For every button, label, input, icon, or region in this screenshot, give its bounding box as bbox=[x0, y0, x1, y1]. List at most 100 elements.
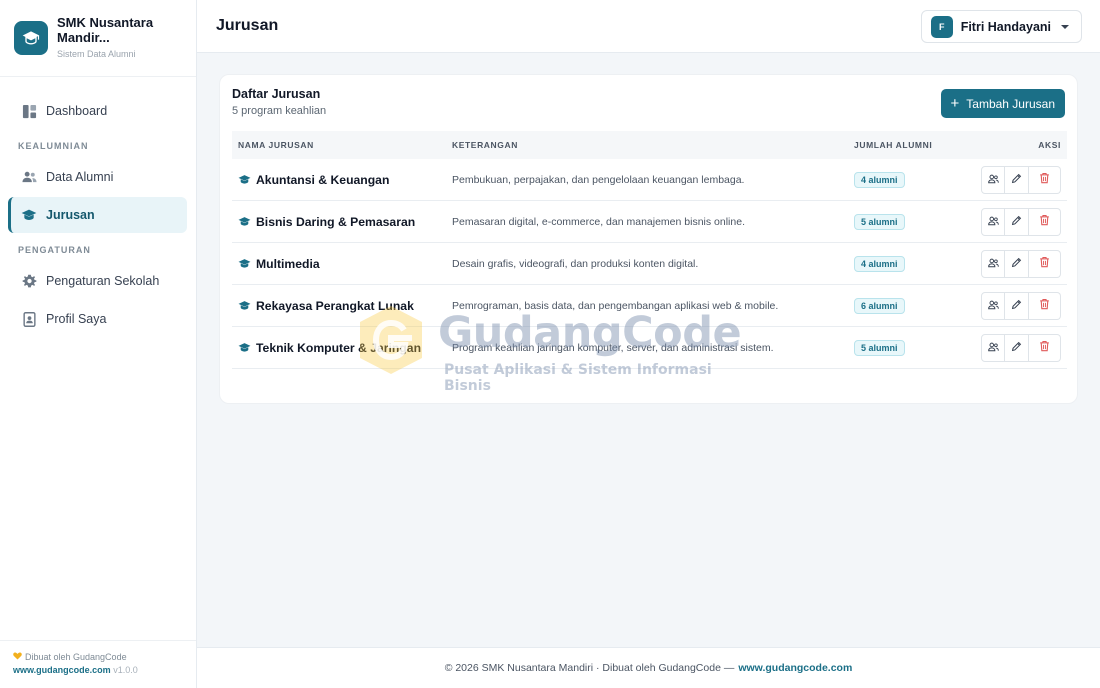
view-alumni-button[interactable] bbox=[981, 333, 1005, 362]
pencil-icon bbox=[1011, 298, 1022, 313]
users-icon bbox=[987, 256, 999, 271]
alumni-count-badge: 4 alumni bbox=[854, 256, 905, 272]
cell-jumlah: 5 alumni bbox=[854, 213, 974, 230]
jurusan-description: Desain grafis, videografi, dan produksi … bbox=[452, 257, 699, 270]
sidebar-item-label: Profil Saya bbox=[46, 312, 107, 326]
jurusan-name: Multimedia bbox=[256, 256, 320, 271]
sidebar-item-label: Pengaturan Sekolah bbox=[46, 274, 160, 288]
users-icon bbox=[987, 340, 999, 355]
avatar: F bbox=[930, 15, 953, 38]
table-row: Teknik Komputer & Jaringan Program keahli… bbox=[232, 327, 1067, 369]
sidebar-item-label: Jurusan bbox=[46, 208, 95, 222]
edit-button[interactable] bbox=[1005, 291, 1029, 320]
cell-nama: Akuntansi & Keuangan bbox=[232, 173, 452, 187]
jurusan-name: Akuntansi & Keuangan bbox=[256, 172, 390, 187]
user-menu-button[interactable]: F Fitri Handayani bbox=[920, 10, 1082, 43]
nav-section-kealumnian: KEALUMNIAN bbox=[18, 141, 89, 151]
school-name: SMK Nusantara Mandir... bbox=[57, 15, 154, 45]
cell-jumlah: 6 alumni bbox=[854, 297, 974, 314]
cell-aksi bbox=[974, 207, 1067, 236]
action-group bbox=[981, 207, 1061, 236]
alumni-count-badge: 5 alumni bbox=[854, 340, 905, 356]
cell-nama: Rekayasa Perangkat Lunak bbox=[232, 299, 452, 313]
cell-jumlah: 4 alumni bbox=[854, 171, 974, 188]
delete-button[interactable] bbox=[1029, 249, 1061, 278]
view-alumni-button[interactable] bbox=[981, 207, 1005, 236]
add-jurusan-label: Tambah Jurusan bbox=[966, 96, 1055, 111]
table-row: Rekayasa Perangkat Lunak Pemrograman, bas… bbox=[232, 285, 1067, 327]
add-jurusan-button[interactable]: + Tambah Jurusan bbox=[940, 89, 1065, 118]
made-by-text: Dibuat oleh GudangCode bbox=[25, 652, 127, 662]
view-alumni-button[interactable] bbox=[981, 249, 1005, 278]
column-header-nama: NAMA JURUSAN bbox=[238, 140, 314, 150]
brand-subtitle: Sistem Data Alumni bbox=[57, 49, 136, 59]
card-subtitle: 5 program keahlian bbox=[232, 105, 327, 117]
trash-icon bbox=[1039, 214, 1050, 229]
delete-button[interactable] bbox=[1029, 291, 1061, 320]
view-alumni-button[interactable] bbox=[981, 165, 1005, 194]
view-alumni-button[interactable] bbox=[981, 291, 1005, 320]
sidebar-item-profil-saya[interactable]: Profil Saya bbox=[8, 301, 187, 337]
page-footer: © 2026 SMK Nusantara Mandiri · Dibuat ol… bbox=[197, 647, 1100, 688]
cell-nama: Bisnis Daring & Pemasaran bbox=[232, 215, 452, 229]
cell-jumlah: 4 alumni bbox=[854, 255, 974, 272]
sidebar-item-dashboard[interactable]: Dashboard bbox=[8, 93, 187, 129]
footer-link[interactable]: www.gudangcode.com bbox=[738, 662, 852, 674]
sidebar: SMK Nusantara Mandir... Sistem Data Alum… bbox=[0, 0, 197, 688]
footer-url-line: www.gudangcode.com v1.0.0 bbox=[13, 665, 183, 675]
graduation-cap-icon bbox=[238, 299, 251, 312]
jurusan-description: Program keahlian jaringan komputer, serv… bbox=[452, 341, 774, 354]
delete-button[interactable] bbox=[1029, 207, 1061, 236]
jurusan-description: Pemasaran digital, e-commerce, dan manaj… bbox=[452, 215, 745, 228]
cell-aksi bbox=[974, 249, 1067, 278]
sidebar-footer: Dibuat oleh GudangCode www.gudangcode.co… bbox=[0, 640, 196, 688]
sidebar-item-label: Data Alumni bbox=[46, 170, 114, 184]
delete-button[interactable] bbox=[1029, 165, 1061, 194]
sidebar-item-jurusan[interactable]: Jurusan bbox=[8, 197, 187, 233]
graduation-cap-icon bbox=[21, 207, 37, 223]
sidebar-item-data-alumni[interactable]: Data Alumni bbox=[8, 159, 187, 195]
graduation-cap-icon bbox=[238, 173, 251, 186]
delete-button[interactable] bbox=[1029, 333, 1061, 362]
dashboard-icon bbox=[21, 103, 37, 119]
id-badge-icon bbox=[21, 311, 37, 327]
users-icon bbox=[987, 298, 999, 313]
action-group bbox=[981, 249, 1061, 278]
edit-button[interactable] bbox=[1005, 207, 1029, 236]
cell-aksi bbox=[974, 165, 1067, 194]
table-body: Akuntansi & Keuangan Pembukuan, perpajaka… bbox=[232, 159, 1067, 369]
pencil-icon bbox=[1011, 172, 1022, 187]
trash-icon bbox=[1039, 340, 1050, 355]
action-group bbox=[981, 291, 1061, 320]
sidebar-item-label: Dashboard bbox=[46, 104, 108, 118]
sidebar-nav: Dashboard KEALUMNIAN Data Alumni Jurusan… bbox=[0, 77, 196, 337]
action-group bbox=[981, 165, 1061, 194]
jurusan-table: NAMA JURUSAN KETERANGAN JUMLAH ALUMNI AK… bbox=[232, 131, 1067, 369]
cell-aksi bbox=[974, 333, 1067, 362]
pencil-icon bbox=[1011, 214, 1022, 229]
trash-icon bbox=[1039, 172, 1050, 187]
jurusan-card: Daftar Jurusan 5 program keahlian + Tamb… bbox=[219, 74, 1078, 404]
trash-icon bbox=[1039, 298, 1050, 313]
brand: SMK Nusantara Mandir... Sistem Data Alum… bbox=[0, 0, 196, 77]
table-row: Akuntansi & Keuangan Pembukuan, perpajaka… bbox=[232, 159, 1067, 201]
action-group bbox=[981, 333, 1061, 362]
caret-down-icon bbox=[1061, 24, 1069, 29]
graduation-cap-icon bbox=[238, 341, 251, 354]
edit-button[interactable] bbox=[1005, 333, 1029, 362]
card-title: Daftar Jurusan bbox=[232, 87, 321, 101]
alumni-count-badge: 6 alumni bbox=[854, 298, 905, 314]
topbar: Jurusan F Fitri Handayani bbox=[197, 0, 1100, 53]
sidebar-item-pengaturan-sekolah[interactable]: Pengaturan Sekolah bbox=[8, 263, 187, 299]
nav-section-pengaturan: PENGATURAN bbox=[18, 245, 91, 255]
version-label: v1.0.0 bbox=[113, 665, 138, 675]
trash-icon bbox=[1039, 256, 1050, 271]
page-title: Jurusan bbox=[216, 17, 279, 34]
column-header-keterangan: KETERANGAN bbox=[452, 140, 518, 150]
alumni-count-badge: 5 alumni bbox=[854, 214, 905, 230]
table-header: NAMA JURUSAN KETERANGAN JUMLAH ALUMNI AK… bbox=[232, 131, 1067, 159]
sidebar-footer-link[interactable]: www.gudangcode.com bbox=[13, 665, 111, 675]
edit-button[interactable] bbox=[1005, 165, 1029, 194]
edit-button[interactable] bbox=[1005, 249, 1029, 278]
cell-aksi bbox=[974, 291, 1067, 320]
